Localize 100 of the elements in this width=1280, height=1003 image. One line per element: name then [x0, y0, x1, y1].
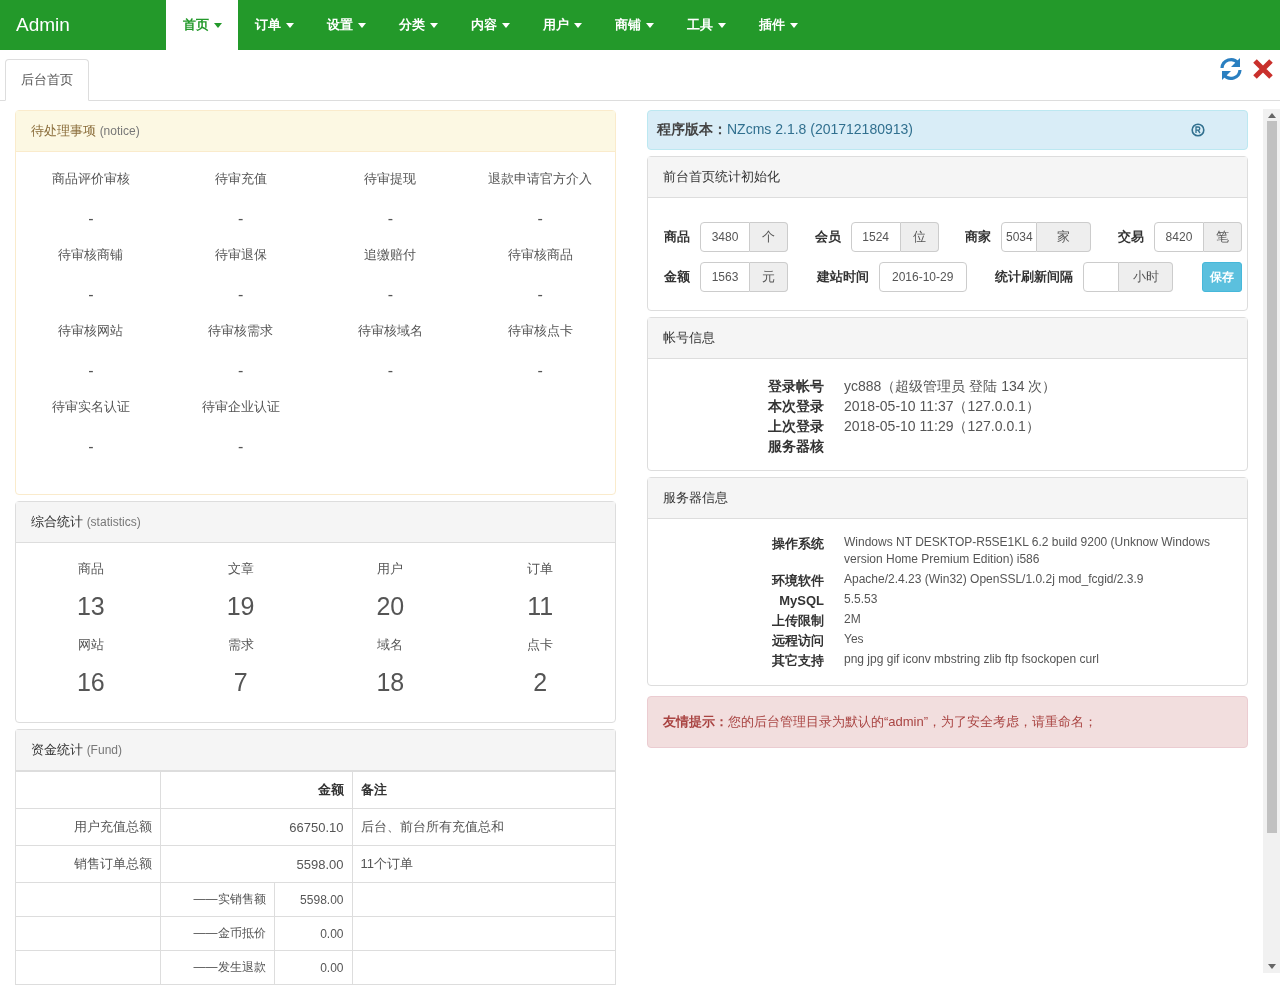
unit-addon: 位 [900, 222, 939, 252]
notice-count: - [537, 362, 543, 380]
notice-label[interactable]: 商品评价审核 [51, 170, 130, 188]
nav-menu-item[interactable]: 设置 [310, 0, 382, 50]
notice-label[interactable]: 待审提现 [364, 170, 417, 188]
notice-label[interactable]: 待审核域名 [357, 322, 423, 340]
info-value: Yes [844, 631, 865, 648]
scroll-up-icon[interactable] [1267, 113, 1276, 118]
column-header: 金额 [160, 771, 352, 809]
unit-addon: 个 [750, 222, 788, 252]
scrollbar[interactable] [1263, 109, 1280, 973]
nav-menu-item[interactable]: 用户 [526, 0, 598, 50]
caret-icon [789, 22, 798, 28]
table-cell: ——实销售额 [160, 882, 274, 917]
stat-label: 点卡 [527, 636, 554, 654]
table-cell: ——发生退款 [160, 950, 274, 985]
unit-addon: 笔 [1203, 222, 1242, 252]
notice-count: - [387, 286, 394, 304]
stat-label: 订单 [527, 560, 554, 578]
stat-label: 商品 [77, 560, 104, 578]
stat-value[interactable]: 16 [76, 668, 105, 697]
stat-label: 网站 [77, 636, 104, 654]
panel-title: 前台首页统计初始化 [663, 168, 780, 186]
notice-count: - [387, 362, 394, 380]
notice-label[interactable]: 待审核网站 [58, 322, 124, 340]
info-label: 服务器核 [767, 437, 824, 456]
notice-count: - [237, 210, 244, 228]
panel-title: 帐号信息 [663, 329, 715, 347]
notice-label[interactable]: 待审实名认证 [51, 398, 130, 416]
notice-label[interactable]: 待审核需求 [208, 322, 274, 340]
notice-count: - [88, 438, 94, 456]
notice-label[interactable]: 待审企业认证 [201, 398, 280, 416]
table-cell: 0.00 [274, 950, 352, 985]
unit-addon: 小时 [1119, 262, 1174, 292]
notice-label[interactable]: 待审核商品 [507, 246, 573, 264]
info-label: 操作系统 [771, 535, 824, 553]
stat-label: 文章 [227, 560, 254, 578]
stat-value[interactable]: 20 [376, 592, 405, 621]
stat-value[interactable]: 13 [76, 592, 105, 621]
notice-count: - [237, 286, 244, 304]
panel-title: 综合统计 (statistics) [31, 513, 141, 531]
panel-title: 待处理事项 (notice) [31, 122, 140, 140]
nav-menu-item[interactable]: 插件 [742, 0, 814, 50]
info-label: 其它支持 [771, 652, 824, 670]
notice-count: - [88, 286, 94, 304]
stat-value[interactable]: 11 [527, 592, 554, 621]
notice-label[interactable]: 退款申请官方介入 [488, 170, 593, 188]
stat-label: 用户 [377, 560, 404, 578]
nav-menu-item[interactable]: 首页 [166, 0, 238, 50]
input-field[interactable]: 1524 [850, 222, 901, 252]
registered-icon [1191, 123, 1205, 137]
nav-menu-item[interactable]: 订单 [238, 0, 310, 50]
nav-menu-item[interactable]: 分类 [382, 0, 454, 50]
notice-count: - [88, 210, 94, 228]
stat-value[interactable]: 7 [233, 668, 248, 697]
info-value: 5.5.53 [844, 591, 879, 608]
notice-count: - [387, 210, 394, 228]
notice-label[interactable]: 追缴赔付 [364, 246, 417, 264]
info-value: 2M [844, 611, 862, 628]
info-label: 环境软件 [770, 572, 824, 590]
nav-menu-item[interactable]: 工具 [670, 0, 742, 50]
notice-label[interactable]: 待审核点卡 [507, 322, 573, 340]
field-label: 交易 [1117, 228, 1144, 246]
input-field[interactable]: 2016-10-29 [878, 262, 967, 292]
input-field[interactable]: 8420 [1153, 222, 1204, 252]
stat-value[interactable]: 18 [376, 668, 405, 697]
field-label: 商家 [965, 228, 992, 246]
version-text: 程序版本：NZcms 2.1.8 (201712180913) [657, 121, 913, 139]
unit-addon: 家 [1037, 222, 1092, 252]
info-label: 本次登录 [767, 397, 824, 416]
caret-icon [645, 22, 654, 28]
caret-icon [285, 22, 294, 28]
scroll-down-icon[interactable] [1267, 964, 1276, 969]
info-value: png jpg gif iconv mbstring zlib ftp fsockopen curl [844, 651, 1100, 668]
brand-link[interactable]: Admin [0, 14, 166, 36]
notice-count: - [537, 210, 543, 228]
info-value: Apache/2.4.23 (Win32) OpenSSL/1.0.2j mod_fcgid/2.3.9 [844, 571, 1145, 588]
unit-addon: 元 [750, 262, 788, 292]
notice-label[interactable]: 待审核商铺 [58, 246, 124, 264]
stat-label: 域名 [377, 636, 404, 654]
caret-icon [429, 22, 438, 28]
caret-icon [573, 22, 582, 28]
info-value: yc888（超级管理员 登陆 134 次） [844, 377, 1058, 396]
table-cell: 0.00 [274, 916, 352, 951]
nav-menu-item[interactable]: 内容 [454, 0, 526, 50]
stat-value[interactable]: 19 [226, 592, 255, 621]
notice-count: - [237, 438, 244, 456]
info-label: 远程访问 [771, 632, 824, 650]
table-cell: 66750.10 [160, 808, 352, 846]
notice-label[interactable]: 待审充值 [214, 170, 267, 188]
nav-menu-item[interactable]: 商铺 [598, 0, 670, 50]
info-value: Windows NT DESKTOP-R5SE1KL 6.2 build 9200 (Unknow Windows version Home Premium Edition) i586 [844, 534, 1211, 568]
refresh-icon[interactable] [1218, 56, 1244, 82]
notice-count: - [237, 362, 244, 380]
page-tab[interactable]: 后台首页 [5, 59, 89, 101]
stat-value[interactable]: 2 [533, 668, 548, 697]
field-label: 会员 [814, 228, 841, 246]
close-icon[interactable] [1252, 58, 1274, 80]
stat-label: 需求 [227, 636, 254, 654]
notice-label[interactable]: 待审退保 [214, 246, 267, 264]
